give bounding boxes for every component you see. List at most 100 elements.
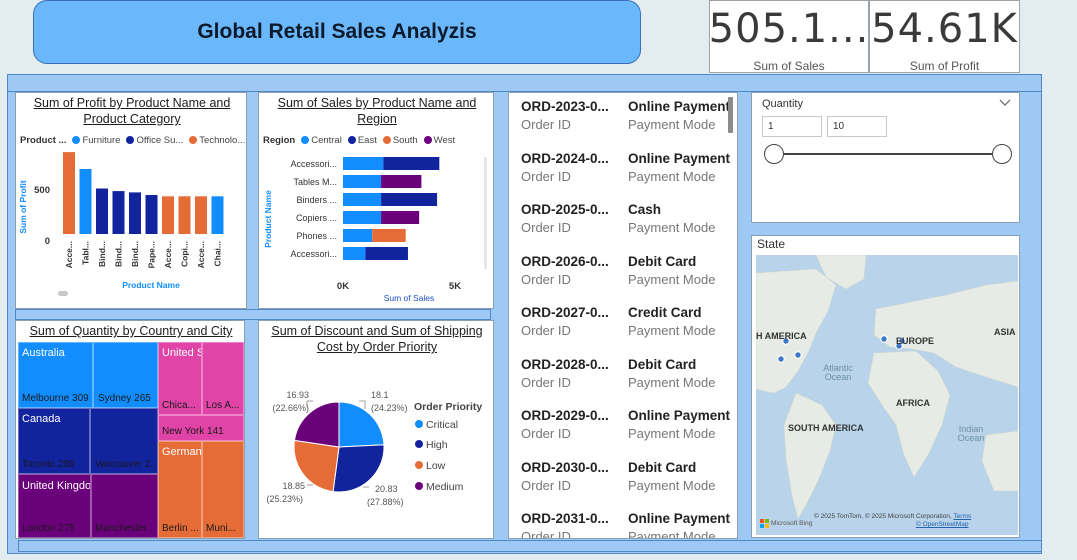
profit-x-label: Product Name — [122, 280, 180, 290]
quantity-slicer[interactable]: Quantity 1 10 — [751, 92, 1020, 223]
legend-item-west[interactable]: West — [423, 135, 455, 146]
slicer-track[interactable] — [774, 153, 1004, 155]
sales-bar[interactable] — [343, 175, 382, 188]
kpi-card-sales[interactable]: 505.1... Sum of Sales — [709, 0, 869, 73]
order-card[interactable]: ORD-2027-0... Credit Card Order ID Payment … — [521, 305, 736, 351]
treemap-cell-toronto[interactable]: Canada Toronto 289 — [18, 408, 90, 474]
treemap-cell-sydney[interactable]: Sydney 265 — [93, 342, 158, 408]
map-panel[interactable]: State H AMERICA EUROPE ASIA AFRICA SOUTH… — [751, 235, 1020, 538]
order-card[interactable]: ORD-2031-0... Online Payment Order ID Payme… — [521, 511, 736, 538]
sales-bar[interactable] — [383, 157, 440, 170]
map-point[interactable] — [880, 335, 888, 343]
profit-bar[interactable] — [112, 191, 125, 234]
treemap-cell-london[interactable]: United Kingdom London 275 — [18, 474, 91, 538]
sales-x-tick-0: 0K — [337, 281, 349, 292]
legend-item-central[interactable]: Central — [301, 135, 342, 146]
order-card[interactable]: ORD-2023-0... Online Payment Order ID Payme… — [521, 99, 736, 145]
legend-label: Central — [311, 135, 342, 146]
sales-y-tick: Tables M... — [293, 177, 337, 187]
legend-item-technology[interactable]: Technolo... — [189, 135, 245, 146]
profit-bar[interactable] — [211, 196, 224, 234]
pie-chart-panel[interactable]: Sum of Discount and Sum of Shipping Cost… — [258, 320, 494, 539]
treemap-cell-manchester[interactable]: Manchester... — [91, 474, 158, 538]
sales-bar[interactable] — [343, 211, 382, 224]
slicer-max-input[interactable]: 10 — [827, 116, 887, 137]
slicer-max-handle[interactable] — [992, 144, 1012, 164]
sales-bar[interactable] — [381, 175, 422, 188]
pie-chart[interactable]: 18.1 (24.23%) 20.83 (27.88%) 18.85 (25.2… — [259, 361, 494, 539]
legend-dot-icon — [415, 461, 423, 469]
kpi-label-sales: Sum of Sales — [753, 59, 825, 73]
treemap-cell-vancouver[interactable]: Vancouver 2... — [90, 408, 158, 474]
world-map[interactable] — [756, 255, 1018, 535]
sales-bar[interactable] — [381, 193, 438, 206]
osm-link[interactable]: © OpenStreetMap — [916, 521, 968, 528]
sales-bar[interactable] — [343, 229, 373, 242]
map-point[interactable] — [794, 351, 802, 359]
sales-y-tick: Binders ... — [296, 195, 337, 205]
sales-chart-panel[interactable]: Sum of Sales by Product Name and Region … — [258, 92, 494, 309]
sales-bar-chart[interactable]: Product Name 0K 5K Sum of Sales Accessor… — [259, 149, 494, 309]
profit-bar[interactable] — [195, 196, 207, 234]
legend-item-south[interactable]: South — [382, 135, 418, 146]
treemap-panel[interactable]: Sum of Quantity by Country and City Aust… — [15, 320, 245, 539]
sales-bar[interactable] — [372, 229, 406, 242]
kpi-card-profit[interactable]: 54.61K Sum of Profit — [869, 0, 1020, 73]
profit-bar[interactable] — [178, 196, 191, 234]
legend-item-east[interactable]: East — [347, 135, 377, 146]
legend-item-office[interactable]: Office Su... — [126, 135, 183, 146]
map-canvas[interactable]: H AMERICA EUROPE ASIA AFRICA SOUTH AMERI… — [756, 255, 1018, 535]
profit-bar[interactable] — [145, 195, 158, 234]
order-card[interactable]: ORD-2026-0... Debit Card Order ID Payment M… — [521, 254, 736, 300]
treemap-cell-melbourne[interactable]: Australia Melbourne 309 — [18, 342, 93, 408]
legend-title: Region — [263, 135, 296, 146]
payment-mode-value: Debit Card — [628, 356, 697, 372]
pie-legend-low[interactable]: Low — [426, 460, 446, 472]
sales-bar[interactable] — [343, 193, 382, 206]
sales-bar[interactable] — [365, 247, 408, 260]
profit-bar[interactable] — [96, 188, 108, 235]
slicer-title: Quantity — [762, 98, 803, 110]
treemap-country-label: Australia — [22, 347, 65, 359]
treemap-city-label: Los A... — [206, 400, 240, 411]
sales-scrollbar[interactable] — [484, 157, 487, 269]
map-point[interactable] — [777, 355, 785, 363]
profit-bar[interactable] — [129, 192, 141, 234]
profit-scrollbar[interactable] — [58, 291, 68, 296]
order-card[interactable]: ORD-2028-0... Debit Card Order ID Payment M… — [521, 357, 736, 403]
pie-legend-high[interactable]: High — [426, 439, 448, 451]
order-id-value: ORD-2030-0... — [521, 459, 609, 475]
chevron-down-icon[interactable] — [999, 98, 1011, 108]
profit-chart-panel[interactable]: Sum of Profit by Product Name and Produc… — [15, 92, 247, 309]
orders-list-panel[interactable]: ORD-2023-0... Online Payment Order ID Payme… — [508, 92, 738, 539]
order-id-label: Order ID — [521, 477, 571, 493]
pie-legend-medium[interactable]: Medium — [426, 481, 464, 493]
order-card[interactable]: ORD-2029-0... Online Payment Order ID Payme… — [521, 408, 736, 454]
pie-label-value: 20.83 — [375, 484, 398, 494]
profit-bar[interactable] — [63, 152, 75, 234]
slicer-min-handle[interactable] — [764, 144, 784, 164]
order-card[interactable]: ORD-2025-0... Cash Order ID Payment Mode — [521, 202, 736, 248]
sales-bar[interactable] — [343, 247, 366, 260]
profit-bar-chart[interactable]: Sum of Profit 500 0 Product Name Acce...… — [16, 149, 247, 309]
treemap-cell-chicago[interactable]: United States Chica... — [158, 342, 202, 415]
order-card[interactable]: ORD-2030-0... Debit Card Order ID Payment M… — [521, 460, 736, 506]
treemap-cell-munich[interactable]: Muni... — [202, 441, 244, 538]
treemap-cell-newyork[interactable]: New York 141 — [158, 415, 244, 441]
pie-legend-critical[interactable]: Critical — [426, 419, 458, 431]
slicer-min-input[interactable]: 1 — [762, 116, 822, 137]
treemap-cell-losangeles[interactable]: Los A... — [202, 342, 244, 415]
map-terms-link[interactable]: Terms — [953, 513, 971, 520]
legend-item-furniture[interactable]: Furniture — [72, 135, 120, 146]
treemap-cell-berlin[interactable]: Germany Berlin ... — [158, 441, 202, 538]
treemap-city-label: New York 141 — [162, 426, 224, 437]
order-card[interactable]: ORD-2024-0... Online Payment Order ID Payme… — [521, 151, 736, 197]
sales-bar[interactable] — [381, 211, 420, 224]
legend-label: Office Su... — [136, 135, 184, 146]
treemap[interactable]: Australia Melbourne 309 Sydney 265 Unite… — [18, 342, 244, 538]
profit-bar[interactable] — [79, 169, 92, 234]
orders-scrollbar-thumb[interactable] — [728, 97, 733, 133]
profit-bar[interactable] — [162, 196, 174, 234]
order-id-value: ORD-2028-0... — [521, 356, 609, 372]
sales-bar[interactable] — [343, 157, 384, 170]
